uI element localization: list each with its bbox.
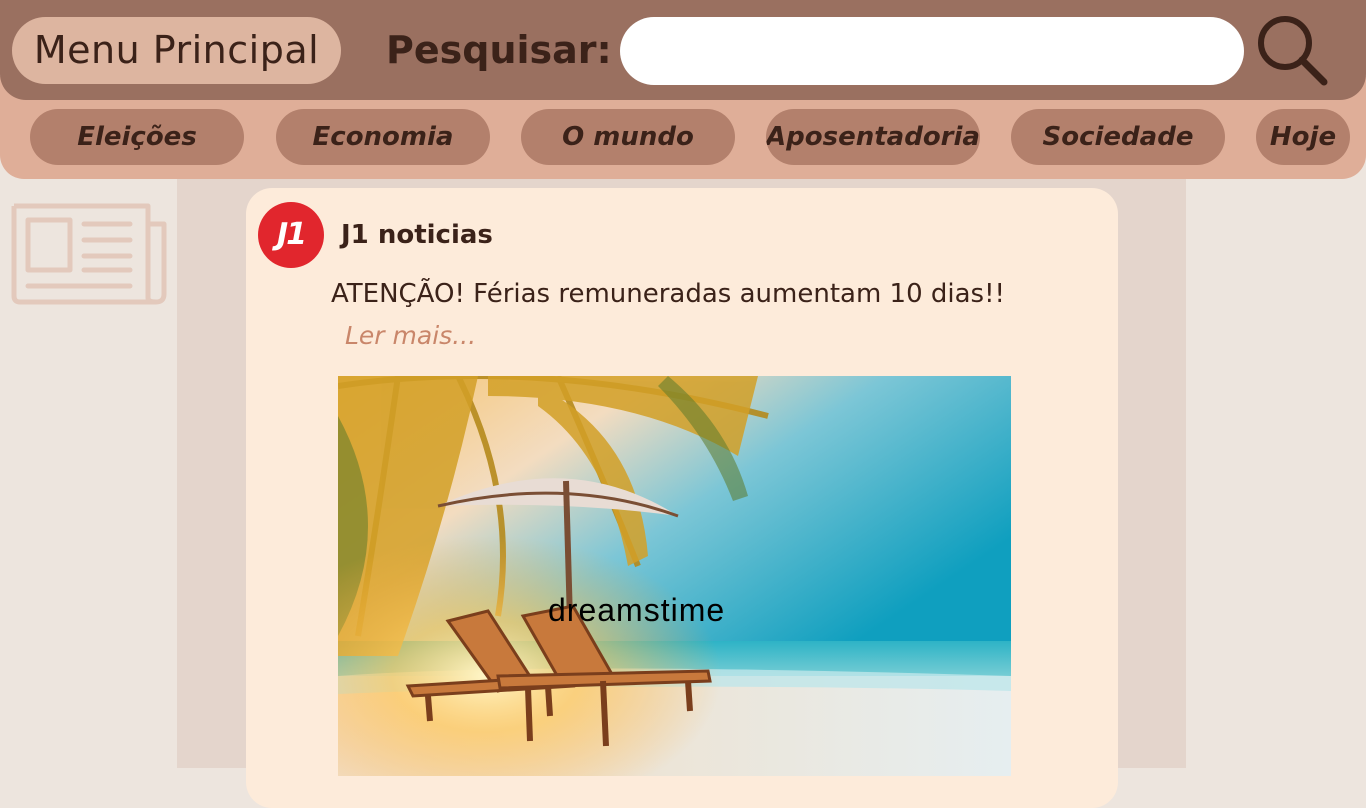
search-label: Pesquisar: xyxy=(386,28,612,72)
category-hoje[interactable]: Hoje xyxy=(1256,109,1350,165)
author-avatar[interactable]: J1 xyxy=(258,202,324,268)
image-watermark: dreamstime xyxy=(548,592,725,628)
category-aposentadoria[interactable]: Aposentadoria xyxy=(766,109,980,165)
author-name[interactable]: J1 noticias xyxy=(341,218,493,252)
post-headline: ATENÇÃO! Férias remuneradas aumentam 10 … xyxy=(331,279,1005,309)
beach-scene-image: dreamstime xyxy=(338,376,1011,776)
category-sociedade[interactable]: Sociedade xyxy=(1011,109,1225,165)
main-menu-button[interactable]: Menu Principal xyxy=(12,17,341,84)
news-post-card: J1 J1 noticias ATENÇÃO! Férias remunerad… xyxy=(246,188,1118,808)
search-icon[interactable] xyxy=(1252,10,1330,88)
category-eleicoes[interactable]: Eleições xyxy=(30,109,244,165)
post-image[interactable]: dreamstime xyxy=(338,376,1011,776)
top-header: Menu Principal Pesquisar: xyxy=(0,0,1366,100)
read-more-link[interactable]: Ler mais... xyxy=(345,318,476,354)
category-economia[interactable]: Economia xyxy=(276,109,490,165)
category-o-mundo[interactable]: O mundo xyxy=(521,109,735,165)
search-input[interactable] xyxy=(620,17,1244,85)
newspaper-icon[interactable] xyxy=(10,202,168,306)
